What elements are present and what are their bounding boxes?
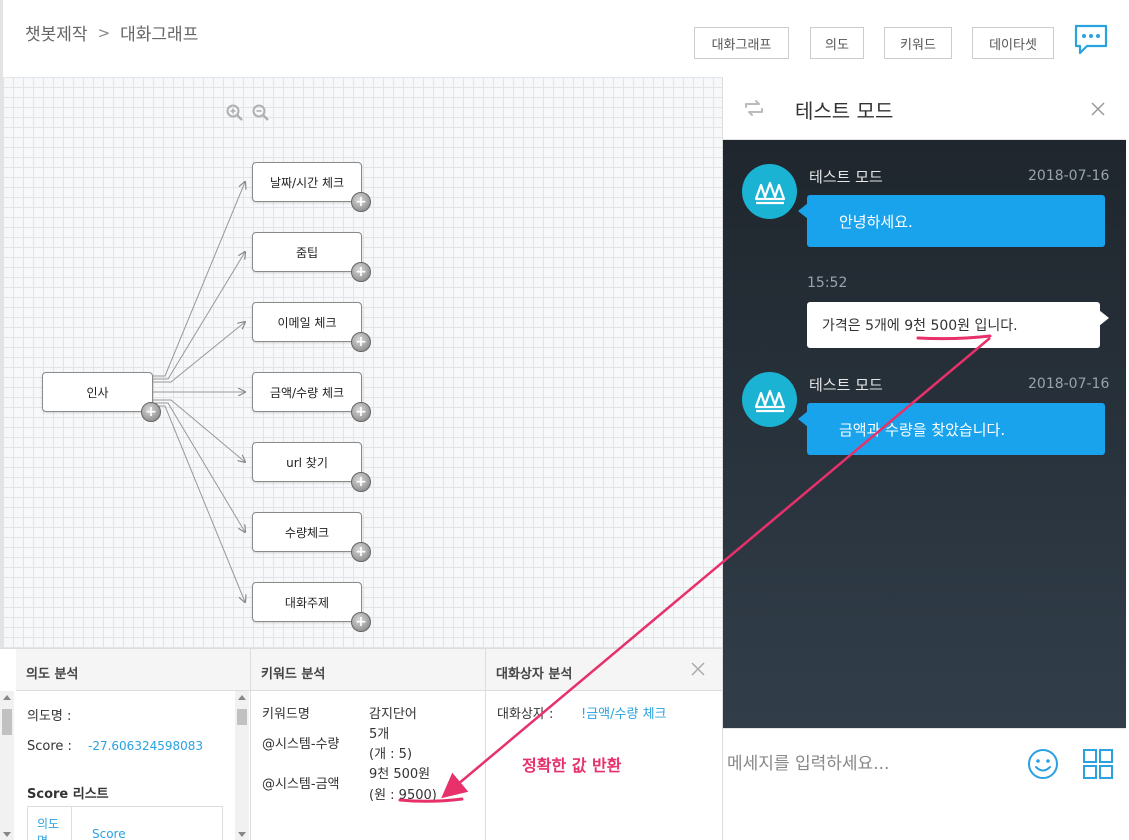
keyword-row-value: 9천 500원 (369, 767, 431, 782)
score-value: -27.606324598083 (88, 739, 204, 753)
add-node-icon[interactable]: + (141, 402, 161, 422)
node-label: 날짜/시간 체크 (269, 175, 345, 190)
close-icon[interactable] (1091, 101, 1105, 120)
keyword-row-name: @시스템-수량 (262, 737, 340, 752)
add-node-icon[interactable]: + (351, 402, 371, 422)
score-list-title: Score 리스트 (27, 787, 109, 802)
test-mode-title: 테스트 모드 (795, 99, 894, 123)
menu-grid-icon[interactable] (1082, 748, 1114, 784)
keyword-row-value: 5개 (369, 727, 390, 742)
message-input-area (723, 728, 1126, 840)
top-header: 챗봇제작 > 대화그래프 대화그래프 의도 키워드 데이타셋 (0, 0, 1129, 77)
test-mode-panel: 테스트 모드 테스트 모드 2018-07-16 안녕하세요. 15:52 가격… (722, 77, 1126, 840)
add-node-icon[interactable]: + (351, 332, 371, 352)
breadcrumb: 챗봇제작 > 대화그래프 (25, 20, 199, 46)
node-label: 수량체크 (284, 525, 330, 540)
user-message: 가격은 5개에 9천 500원 입니다. (807, 302, 1100, 348)
intent-analysis-title: 의도 분석 (16, 649, 250, 691)
message-time: 15:52 (807, 275, 848, 291)
score-list-col1[interactable]: 의도명 (37, 816, 65, 840)
close-analysis-icon[interactable] (691, 661, 705, 680)
score-list-table: 의도명 Score (27, 806, 223, 840)
graph-node-zoomtip[interactable]: 줌팁 (252, 232, 362, 272)
bot-avatar (742, 372, 797, 427)
add-node-icon[interactable]: + (351, 192, 371, 212)
keyword-row-detail: (원 : 9500) (369, 788, 437, 803)
node-label: 금액/수량 체크 (269, 385, 345, 400)
annotation-label: 정확한 값 반환 (522, 756, 622, 775)
partner-value[interactable]: !금액/수량 체크 (581, 703, 666, 722)
score-label: Score : (27, 739, 72, 754)
node-label: 이메일 체크 (277, 315, 337, 330)
nav-dataset-button[interactable]: 데이타셋 (972, 27, 1054, 59)
message-date: 2018-07-16 (1028, 168, 1110, 184)
graph-node-topic[interactable]: 대화주제 (252, 582, 362, 622)
refresh-icon[interactable] (743, 99, 765, 121)
keyword-row-name: @시스템-금액 (262, 777, 340, 792)
partner-analysis-column: 대화상자 분석 대화상자 : !금액/수량 체크 (486, 649, 722, 840)
add-node-icon[interactable]: + (351, 472, 371, 492)
keyword-analysis-column: 키워드 분석 키워드명 감지단어 @시스템-수량 5개 (개 : 5) @시스템… (251, 649, 486, 840)
bot-message: 금액과 수량을 찾았습니다. (807, 403, 1105, 455)
chat-bubble-icon[interactable] (1073, 22, 1109, 58)
graph-node-amount[interactable]: 금액/수량 체크 (252, 372, 362, 412)
bot-avatar (742, 164, 797, 219)
bubble-tail (1099, 310, 1109, 326)
bot-name: 테스트 모드 (809, 376, 883, 394)
node-label: 줌팁 (295, 245, 319, 260)
breadcrumb-current: 대화그래프 (120, 25, 199, 45)
node-label: 인사 (86, 385, 109, 400)
nav-intent-button[interactable]: 의도 (810, 27, 864, 59)
emoji-icon[interactable] (1027, 748, 1059, 784)
message-input[interactable] (727, 747, 1017, 781)
bot-message: 안녕하세요. (807, 195, 1105, 247)
breadcrumb-separator: > (97, 23, 111, 42)
intent-analysis-column: 의도 분석 의도명 : Score : -27.606324598083 Sco… (16, 649, 251, 840)
intent-name-label: 의도명 : (27, 709, 72, 724)
edge-to-topic (152, 405, 245, 602)
edge-to-quantity (152, 402, 245, 532)
score-list-col1-cell: 의도명 (28, 807, 72, 840)
graph-node-root[interactable]: 인사 (42, 372, 153, 412)
keyword-name-header: 키워드명 (262, 707, 310, 722)
add-node-icon[interactable]: + (351, 542, 371, 562)
test-mode-header: 테스트 모드 (723, 77, 1126, 140)
add-node-icon[interactable]: + (351, 262, 371, 282)
keyword-detect-header: 감지단어 (369, 707, 417, 722)
keyword-row-detail: (개 : 5) (369, 747, 413, 762)
edge-to-datetime (152, 182, 245, 377)
message-date: 2018-07-16 (1028, 376, 1110, 392)
partner-analysis-title: 대화상자 분석 (486, 649, 722, 691)
keyword-scrollbar[interactable] (235, 691, 249, 840)
graph-node-quantity[interactable]: 수량체크 (252, 512, 362, 552)
bot-name: 테스트 모드 (809, 168, 883, 186)
graph-node-email[interactable]: 이메일 체크 (252, 302, 362, 342)
partner-label: 대화상자 : (497, 707, 554, 722)
nav-dialog-graph-button[interactable]: 대화그래프 (694, 27, 789, 59)
breadcrumb-root[interactable]: 챗봇제작 (25, 20, 88, 45)
node-label: url 찾기 (286, 455, 328, 470)
intent-scrollbar[interactable] (0, 691, 14, 840)
crown-icon (754, 389, 785, 412)
crown-icon (754, 181, 785, 204)
add-node-icon[interactable]: + (351, 612, 371, 632)
node-label: 대화주제 (284, 595, 330, 610)
graph-node-url[interactable]: url 찾기 (252, 442, 362, 482)
graph-node-datetime[interactable]: 날짜/시간 체크 (252, 162, 362, 202)
keyword-analysis-title: 키워드 분석 (251, 649, 485, 691)
score-list-col2[interactable]: Score (92, 827, 126, 840)
nav-keyword-button[interactable]: 키워드 (884, 27, 952, 59)
analysis-panel: 의도 분석 의도명 : Score : -27.606324598083 Sco… (0, 648, 722, 840)
chat-messages[interactable]: 테스트 모드 2018-07-16 안녕하세요. 15:52 가격은 5개에 9… (723, 140, 1126, 728)
